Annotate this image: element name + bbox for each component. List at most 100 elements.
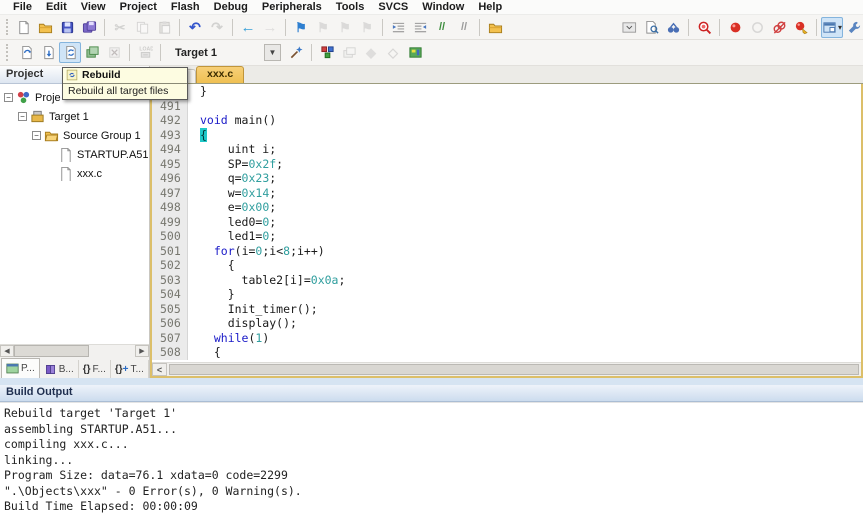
- menu-svcs[interactable]: SVCS: [371, 1, 415, 13]
- incremental-find-button[interactable]: [662, 17, 684, 38]
- batch-build-button[interactable]: [81, 42, 103, 63]
- expander-icon[interactable]: −: [4, 93, 13, 102]
- project-hscrollbar[interactable]: ◀ ▶: [0, 344, 149, 357]
- outdent-button[interactable]: [409, 17, 431, 38]
- translate-button[interactable]: [15, 42, 37, 63]
- tree-item-xxx-c[interactable]: xxx.c: [0, 164, 149, 183]
- breakpoint-enable-disable-button[interactable]: [746, 17, 768, 38]
- target-select-arrow[interactable]: ▼: [264, 44, 281, 61]
- debug-windows-button[interactable]: ▾: [821, 17, 843, 38]
- menu-file[interactable]: File: [6, 1, 39, 13]
- scroll-left-button[interactable]: <: [152, 363, 167, 376]
- editor-area: xxx.c 490}491492void main()493{494 uint …: [150, 66, 863, 378]
- code-token: {: [200, 258, 235, 272]
- open-book-button[interactable]: [484, 17, 506, 38]
- breakpoint-kill-all-button[interactable]: [790, 17, 812, 38]
- target-select[interactable]: Target 1▼: [169, 43, 281, 62]
- pack-installer-button[interactable]: [404, 42, 426, 63]
- new-file-icon: [16, 20, 31, 35]
- expander-icon[interactable]: −: [18, 112, 27, 121]
- paste-button[interactable]: [153, 17, 175, 38]
- code-line-text: while(1): [188, 331, 269, 346]
- multi-project-workspace-button[interactable]: [338, 42, 360, 63]
- new-file-button[interactable]: [12, 17, 34, 38]
- menu-view[interactable]: View: [74, 1, 113, 13]
- undo-button[interactable]: ↶: [184, 17, 206, 38]
- options-for-target-button[interactable]: [285, 42, 307, 63]
- panel-tab-f[interactable]: {}F...: [79, 360, 111, 378]
- panel-tab-p[interactable]: P...: [1, 358, 40, 378]
- file-extensions-button[interactable]: [316, 42, 338, 63]
- menu-flash[interactable]: Flash: [164, 1, 207, 13]
- outdent-icon: [413, 20, 428, 35]
- scroll-thumb[interactable]: [14, 345, 89, 357]
- code-token: (i=: [235, 244, 256, 258]
- find-in-files-button[interactable]: [640, 17, 662, 38]
- code-token: ;i++): [290, 244, 325, 258]
- panel-tab-t[interactable]: {}+T...: [111, 360, 149, 378]
- menu-help[interactable]: Help: [471, 1, 509, 13]
- rebuild-button[interactable]: [59, 42, 81, 63]
- tree-item-source-group-1[interactable]: −Source Group 1: [0, 126, 149, 145]
- tree-item-target-1[interactable]: −Target 1: [0, 107, 149, 126]
- build-output-line: Rebuild target 'Target 1': [4, 406, 863, 422]
- cut-button[interactable]: ✂: [109, 17, 131, 38]
- select-software-packs-button[interactable]: ◆: [360, 42, 382, 63]
- panel-tab-b[interactable]: B...: [40, 360, 79, 378]
- indent-button[interactable]: [387, 17, 409, 38]
- rebuild-icon: [63, 45, 78, 60]
- save-button[interactable]: [56, 17, 78, 38]
- manage-run-time-environment-button[interactable]: ◇: [382, 42, 404, 63]
- download-button[interactable]: LOAD: [134, 42, 156, 63]
- tooltip-description: Rebuild all target files: [63, 84, 187, 99]
- line-number: 502: [152, 258, 188, 273]
- line-number: 497: [152, 186, 188, 201]
- stop-build-button[interactable]: [103, 42, 125, 63]
- code-line: 497 w=0x14;: [152, 186, 861, 201]
- panel-splitter[interactable]: [0, 378, 863, 385]
- search-dropdown-button[interactable]: [618, 17, 640, 38]
- build-output-panel[interactable]: Rebuild target 'Target 1'assembling STAR…: [0, 402, 863, 527]
- find-button[interactable]: [693, 17, 715, 38]
- tree-item-startup-a51[interactable]: STARTUP.A51: [0, 145, 149, 164]
- menu-edit[interactable]: Edit: [39, 1, 74, 13]
- multi-project-workspace-icon: [342, 45, 357, 60]
- redo-button[interactable]: ↷: [206, 17, 228, 38]
- breakpoint-toggle-button[interactable]: [724, 17, 746, 38]
- editor-hscrollbar[interactable]: <: [152, 362, 861, 376]
- menu-window[interactable]: Window: [415, 1, 471, 13]
- code-line: 500 led1=0;: [152, 229, 861, 244]
- code-line-text: {: [188, 258, 235, 273]
- bookmark-clear-button[interactable]: ⚑: [356, 17, 378, 38]
- menu-peripherals[interactable]: Peripherals: [255, 1, 329, 13]
- scroll-track[interactable]: [14, 345, 135, 357]
- open-file-button[interactable]: [34, 17, 56, 38]
- expander-icon[interactable]: −: [32, 131, 41, 140]
- configure-button[interactable]: [843, 17, 863, 38]
- uncomment-button[interactable]: //: [453, 17, 475, 38]
- copy-button[interactable]: [131, 17, 153, 38]
- code-token: 0x00: [242, 200, 270, 214]
- comment-button[interactable]: //: [431, 17, 453, 38]
- tab-xxx-c[interactable]: xxx.c: [196, 66, 244, 83]
- menu-debug[interactable]: Debug: [207, 1, 255, 13]
- bookmark-prev-button[interactable]: ⚑: [312, 17, 334, 38]
- breakpoint-disable-all-button[interactable]: [768, 17, 790, 38]
- menu-tools[interactable]: Tools: [329, 1, 372, 13]
- code-line: 499 led0=0;: [152, 215, 861, 230]
- code-line: 507 while(1): [152, 331, 861, 346]
- build-button[interactable]: [37, 42, 59, 63]
- navigate-back-button[interactable]: ←: [237, 17, 259, 38]
- download-icon: LOAD: [138, 45, 153, 60]
- menu-project[interactable]: Project: [113, 1, 164, 13]
- scroll-thumb[interactable]: [169, 364, 859, 375]
- code-line-text: {: [188, 128, 207, 143]
- dropdown-arrow-icon[interactable]: ▾: [838, 23, 842, 32]
- scroll-right-button[interactable]: ▶: [135, 345, 149, 357]
- navigate-forward-button[interactable]: →: [259, 17, 281, 38]
- scroll-left-button[interactable]: ◀: [0, 345, 14, 357]
- code-editor[interactable]: 490}491492void main()493{494 uint i;495 …: [152, 84, 861, 362]
- bookmark-next-button[interactable]: ⚑: [334, 17, 356, 38]
- bookmark-toggle-button[interactable]: ⚑: [290, 17, 312, 38]
- save-all-button[interactable]: [78, 17, 100, 38]
